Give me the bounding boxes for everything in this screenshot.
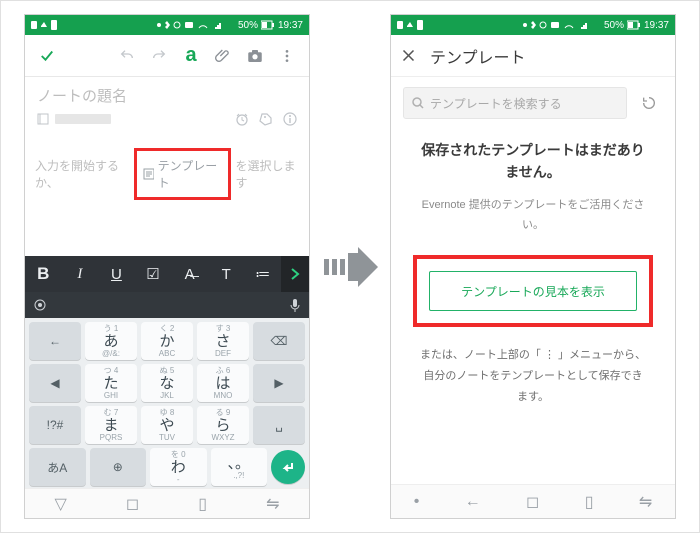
template-button-label: テンプレート (158, 157, 221, 191)
nav-dot-icon[interactable]: • (414, 493, 420, 511)
fmt-bold[interactable]: B (25, 264, 62, 284)
battery-text: 50% (604, 20, 624, 31)
fmt-checkbox[interactable]: ☑ (135, 265, 172, 283)
phone-left: 50% 19:37 a (24, 14, 310, 519)
nav-back-icon[interactable]: ⇋ (266, 494, 279, 514)
close-icon[interactable] (401, 48, 416, 63)
empty-message: 保存されたテンプレートはまだありません。 Evernote 提供のテンプレートを… (391, 129, 675, 245)
note-meta-row (25, 108, 309, 134)
overflow-icon[interactable] (273, 42, 301, 70)
camera-icon[interactable] (241, 42, 269, 70)
key[interactable]: を 0わ- (150, 448, 207, 486)
template-icon (143, 168, 154, 180)
key[interactable]: う 1あ@/&: (85, 322, 137, 360)
editor-toolbar: a (25, 35, 309, 77)
fmt-italic[interactable]: I (62, 266, 99, 283)
clock-text: 19:37 (278, 20, 303, 31)
mic-icon[interactable] (289, 298, 301, 312)
template-header: テンプレート (391, 35, 675, 77)
nav-recents-icon[interactable]: ◻ (126, 494, 139, 514)
status-right: 50% 19:37 (155, 20, 303, 31)
reload-icon[interactable] (635, 89, 663, 117)
status-bar: 50% 19:37 (25, 15, 309, 35)
status-bar: 50% 19:37 (391, 15, 675, 35)
key[interactable]: ふ 6はMNO (197, 364, 249, 402)
empty-title: 保存されたテンプレートはまだありません。 (417, 139, 649, 184)
info-icon[interactable] (283, 112, 297, 126)
search-placeholder: テンプレートを検索する (430, 95, 562, 112)
font-icon[interactable]: a (177, 42, 205, 70)
note-title-placeholder[interactable]: ノートの題名 (25, 77, 309, 108)
redo-icon[interactable] (145, 42, 173, 70)
key[interactable]: む 7まPQRS (85, 406, 137, 444)
key[interactable]: ← (29, 322, 81, 360)
nav-recents-icon[interactable]: ◻ (526, 492, 539, 512)
fmt-strike[interactable]: A̶ (171, 266, 208, 283)
flow-arrow-icon (320, 247, 380, 287)
keyboard: ←う 1あ@/&:く 2かABCす 3さDEF⌫ ◀つ 4たGHIぬ 5なJKLふ… (25, 318, 309, 488)
android-navbar: ▽ ◻ ▯ ⇋ (25, 488, 309, 518)
key[interactable]: あA (29, 448, 86, 486)
status-left-icons (31, 20, 61, 30)
battery-icon (261, 20, 275, 30)
phone-right: 50% 19:37 テンプレート テンプレートを検索する 保存されたテンプレート… (390, 14, 676, 519)
empty-subtitle: Evernote 提供のテンプレートをご活用ください。 (417, 196, 649, 236)
cta-highlight: テンプレートの見本を表示 (413, 255, 653, 327)
key[interactable] (271, 450, 305, 484)
key[interactable]: !?# (29, 406, 81, 444)
confirm-icon[interactable] (33, 42, 61, 70)
ime-settings-icon[interactable] (33, 298, 47, 312)
nav-home-icon[interactable]: ▯ (585, 492, 594, 512)
battery-icon (627, 20, 641, 30)
key[interactable]: ▶ (253, 364, 305, 402)
undo-icon[interactable] (113, 42, 141, 70)
show-templates-label: テンプレートの見本を表示 (461, 283, 605, 300)
show-templates-button[interactable]: テンプレートの見本を表示 (429, 271, 637, 311)
battery-text: 50% (238, 20, 258, 31)
fmt-underline[interactable]: U (98, 266, 135, 283)
clock-text: 19:37 (644, 20, 669, 31)
body-suffix: を選択します (235, 157, 299, 191)
key[interactable]: ␣ (253, 406, 305, 444)
nav-home-icon[interactable]: ▯ (198, 494, 207, 514)
template-button[interactable]: テンプレート (134, 148, 231, 200)
key[interactable]: つ 4たGHI (85, 364, 137, 402)
attach-icon[interactable] (209, 42, 237, 70)
nav-ime-icon[interactable]: ▽ (55, 494, 67, 514)
key[interactable]: る 9らWXYZ (197, 406, 249, 444)
status-left-icons (397, 20, 427, 30)
fmt-textsize[interactable]: T (208, 266, 245, 283)
search-icon (412, 97, 424, 109)
fmt-list[interactable]: ≔ (244, 265, 281, 283)
body-prefix: 入力を開始するか、 (35, 157, 130, 191)
key[interactable]: ぬ 5なJKL (141, 364, 193, 402)
format-strip: B I U ☑ A̶ T ≔ (25, 256, 309, 292)
template-header-title: テンプレート (430, 44, 526, 68)
search-input[interactable]: テンプレートを検索する (403, 87, 627, 119)
editor-body[interactable]: 入力を開始するか、 テンプレート を選択します (25, 134, 309, 214)
fmt-more-icon[interactable] (281, 256, 309, 292)
notebook-icon (37, 113, 49, 125)
ime-bar (25, 292, 309, 318)
key[interactable]: ◀ (29, 364, 81, 402)
reminder-icon[interactable] (235, 112, 249, 126)
tag-icon[interactable] (259, 112, 273, 126)
key[interactable]: ゆ 8やTUV (141, 406, 193, 444)
search-row: テンプレートを検索する (391, 77, 675, 129)
key[interactable]: 、。.,?! (211, 448, 268, 486)
android-navbar: • ← ◻ ▯ ⇋ (391, 484, 675, 518)
nav-switch-icon[interactable]: ⇋ (639, 492, 652, 512)
key[interactable]: ⌫ (253, 322, 305, 360)
hint-text: または、ノート上部の「 ⋮ 」メニューから、自分のノートをテンプレートとして保存… (391, 333, 675, 420)
key[interactable]: ⊕ (90, 448, 147, 486)
key[interactable]: く 2かABC (141, 322, 193, 360)
key[interactable]: す 3さDEF (197, 322, 249, 360)
notebook-name-redacted (55, 114, 111, 124)
nav-back-icon[interactable]: ← (465, 493, 481, 511)
status-right: 50% 19:37 (521, 20, 669, 31)
